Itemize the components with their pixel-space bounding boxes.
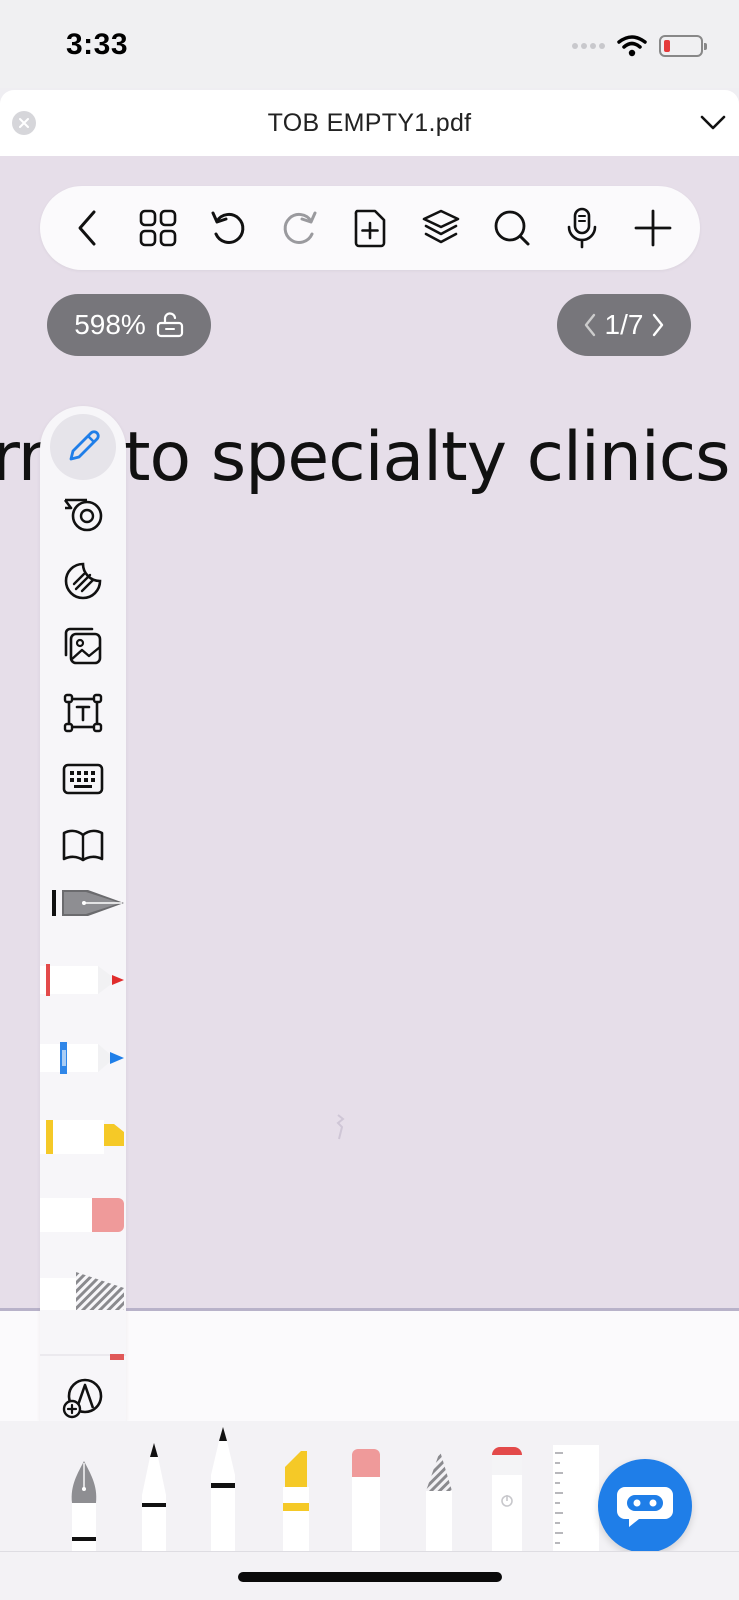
home-indicator[interactable] bbox=[238, 1572, 502, 1582]
close-icon bbox=[19, 118, 29, 128]
back-icon bbox=[78, 210, 96, 246]
keyboard-icon bbox=[62, 763, 104, 795]
sticker-tool-button[interactable] bbox=[40, 551, 126, 611]
red-pen-tool[interactable] bbox=[40, 954, 126, 1008]
book-tool-button[interactable] bbox=[40, 815, 126, 875]
search-button[interactable] bbox=[487, 203, 537, 253]
grid-icon bbox=[139, 209, 177, 247]
unlock-icon bbox=[156, 312, 183, 338]
layers-button[interactable] bbox=[416, 203, 466, 253]
status-icons bbox=[572, 30, 707, 62]
blue-pen-tool[interactable] bbox=[40, 1032, 126, 1086]
tray-ruler-icon[interactable] bbox=[553, 1445, 599, 1551]
zoom-indicator[interactable]: 598% bbox=[47, 294, 211, 356]
grid-view-button[interactable] bbox=[133, 203, 183, 253]
sticker-icon bbox=[64, 562, 102, 600]
red-pen-icon bbox=[40, 964, 124, 996]
tray-fineliner-icon[interactable] bbox=[138, 1439, 170, 1551]
zoom-label: 598% bbox=[74, 309, 146, 340]
top-toolbar bbox=[40, 186, 700, 270]
pencil-icon bbox=[69, 430, 100, 461]
lasso-tool[interactable] bbox=[40, 1266, 126, 1320]
redo-icon bbox=[283, 211, 317, 244]
microphone-icon bbox=[567, 207, 597, 249]
plus-icon bbox=[634, 209, 672, 247]
tray-red-marker-icon[interactable] bbox=[489, 1445, 525, 1551]
add-button[interactable] bbox=[628, 203, 678, 253]
title-bar: TOB EMPTY1.pdf bbox=[0, 90, 739, 156]
eraser-icon bbox=[40, 1198, 124, 1232]
tape-tool-button[interactable] bbox=[40, 484, 126, 544]
redo-button[interactable] bbox=[274, 203, 324, 253]
tape-icon bbox=[63, 498, 103, 532]
add-tool-icon bbox=[62, 1378, 103, 1419]
image-icon bbox=[64, 627, 102, 665]
status-time: 3:33 bbox=[66, 28, 129, 61]
previous-page-icon[interactable] bbox=[583, 312, 597, 338]
keyboard-tool-button[interactable] bbox=[40, 749, 126, 809]
add-tool-button[interactable] bbox=[40, 1368, 126, 1428]
lasso-icon bbox=[40, 1272, 124, 1310]
add-page-button[interactable] bbox=[345, 203, 395, 253]
assistant-chat-button[interactable] bbox=[598, 1459, 692, 1553]
close-document-button[interactable] bbox=[12, 111, 36, 135]
next-page-icon[interactable] bbox=[651, 312, 665, 338]
add-page-icon bbox=[354, 209, 386, 248]
text-box-icon bbox=[63, 693, 103, 733]
text-box-tool-button[interactable] bbox=[40, 683, 126, 743]
yellow-highlighter-tool[interactable] bbox=[40, 1110, 126, 1164]
undo-icon bbox=[211, 211, 244, 244]
chatbot-icon bbox=[617, 1487, 673, 1527]
document-title[interactable]: TOB EMPTY1.pdf bbox=[268, 109, 472, 138]
tray-eraser-icon[interactable] bbox=[349, 1447, 383, 1551]
chevron-down-icon[interactable] bbox=[699, 110, 727, 134]
book-icon bbox=[62, 829, 104, 862]
tray-highlighter-icon[interactable] bbox=[279, 1447, 313, 1551]
undo-button[interactable] bbox=[204, 203, 254, 253]
tray-fountain-pen-icon[interactable] bbox=[64, 1433, 104, 1551]
fountain-pen-icon bbox=[52, 890, 124, 916]
eraser-tool[interactable] bbox=[40, 1188, 126, 1242]
voice-button[interactable] bbox=[557, 203, 607, 253]
layers-icon bbox=[422, 209, 460, 244]
fountain-pen-tool[interactable] bbox=[40, 876, 126, 930]
cursor-mark-icon bbox=[336, 1114, 345, 1140]
wifi-icon bbox=[617, 35, 647, 57]
battery-icon bbox=[659, 35, 707, 57]
page-label: 1/7 bbox=[604, 309, 644, 340]
pencil-tool-button[interactable] bbox=[40, 417, 126, 477]
page-navigator: 1/7 bbox=[557, 294, 691, 356]
side-toolbar bbox=[40, 406, 126, 1460]
status-bar: 3:33 bbox=[0, 0, 739, 88]
cellular-signal-icon bbox=[572, 43, 605, 49]
back-button[interactable] bbox=[62, 203, 112, 253]
blue-pen-icon bbox=[40, 1042, 124, 1074]
tray-lasso-icon[interactable] bbox=[422, 1447, 456, 1551]
yellow-highlighter-icon bbox=[40, 1120, 124, 1154]
search-icon bbox=[494, 210, 529, 246]
tray-pen-icon[interactable] bbox=[207, 1425, 239, 1551]
red-tip-fragment-icon bbox=[110, 1354, 124, 1360]
image-tool-button[interactable] bbox=[40, 616, 126, 676]
